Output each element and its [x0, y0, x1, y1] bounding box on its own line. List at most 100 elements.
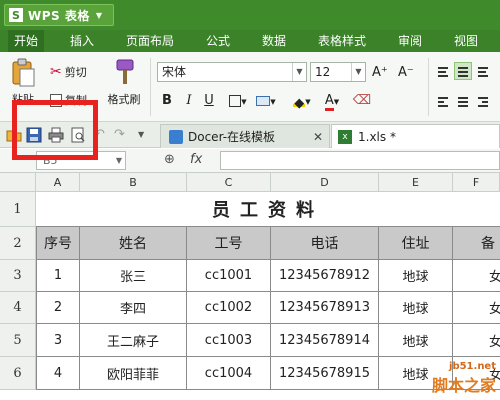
app-menu-button[interactable]: S WPS 表格 ▼: [4, 4, 114, 26]
cut-button[interactable]: ✂ 剪切: [50, 62, 87, 82]
row-header[interactable]: 3: [0, 260, 36, 292]
eraser-icon: ⌫: [352, 93, 372, 108]
row-header[interactable]: 4: [0, 292, 36, 324]
table-cell[interactable]: 12345678912: [271, 260, 379, 292]
chevron-down-icon: ▼: [351, 63, 365, 81]
font-name-select[interactable]: 宋体 ▼: [157, 62, 307, 82]
customize-dropdown-icon[interactable]: ▼: [138, 130, 154, 146]
select-all-corner[interactable]: [0, 173, 36, 192]
tab-review[interactable]: 审阅: [398, 30, 422, 52]
align-center-button[interactable]: [454, 92, 472, 110]
shrink-font-button[interactable]: A⁻: [398, 62, 414, 82]
align-right-button[interactable]: [474, 92, 492, 110]
clear-format-button[interactable]: ⌫: [348, 92, 376, 110]
table-cell[interactable]: 地球: [379, 260, 453, 292]
font-size-value: 12: [315, 65, 331, 79]
header-cell[interactable]: 序号: [36, 227, 80, 260]
column-header[interactable]: C: [187, 173, 271, 192]
row-header[interactable]: 1: [0, 192, 36, 227]
title-bar: S WPS 表格 ▼: [0, 0, 500, 30]
table-cell[interactable]: 王二麻子: [80, 324, 187, 357]
format-painter-label: 格式刷: [107, 93, 141, 106]
zoom-icon[interactable]: ⊕: [164, 152, 175, 167]
border-button[interactable]: ▼: [224, 92, 252, 110]
tab-page-layout[interactable]: 页面布局: [126, 30, 174, 52]
tab-view[interactable]: 视图: [454, 30, 478, 52]
column-header[interactable]: A: [36, 173, 80, 192]
table-cell[interactable]: 女: [453, 324, 500, 357]
row-header[interactable]: 2: [0, 227, 36, 260]
table-cell[interactable]: cc1003: [187, 324, 271, 357]
tab-docer-templates[interactable]: Docer-在线模板 ✕: [160, 124, 330, 148]
align-top-button[interactable]: [434, 62, 452, 80]
shrink-font-label: A⁻: [398, 64, 414, 80]
header-cell[interactable]: 工号: [187, 227, 271, 260]
tab-workbook[interactable]: x 1.xls *: [331, 124, 500, 148]
tab-insert[interactable]: 插入: [70, 30, 94, 52]
table-cell[interactable]: 张三: [80, 260, 187, 292]
align-left-button[interactable]: [434, 92, 452, 110]
wps-logo-icon: S: [9, 8, 23, 22]
row-header[interactable]: 5: [0, 324, 36, 357]
grow-font-label: A⁺: [372, 64, 388, 80]
table-cell[interactable]: 女: [453, 260, 500, 292]
merge-button[interactable]: ▼: [252, 92, 280, 110]
function-icon[interactable]: fx: [190, 152, 202, 167]
font-size-select[interactable]: 12 ▼: [310, 62, 366, 82]
chevron-down-icon: ▼: [115, 156, 122, 165]
tab-formulas[interactable]: 公式: [206, 30, 230, 52]
bold-button[interactable]: B: [158, 92, 176, 110]
clipboard-icon: [12, 58, 35, 87]
align-middle-button[interactable]: [454, 62, 472, 80]
format-painter-button[interactable]: 格式刷: [104, 58, 144, 107]
header-cell[interactable]: 电话: [271, 227, 379, 260]
table-cell[interactable]: 女: [453, 292, 500, 324]
paint-bucket-icon: ◆: [293, 95, 306, 111]
redo-icon[interactable]: ↷: [114, 127, 130, 143]
excel-file-icon: x: [338, 129, 352, 144]
tab-workbook-label: 1.xls *: [358, 129, 396, 144]
font-color-button[interactable]: A▼: [318, 92, 346, 111]
column-header[interactable]: D: [271, 173, 379, 192]
table-cell[interactable]: 12345678914: [271, 324, 379, 357]
italic-button[interactable]: I: [180, 92, 198, 110]
underline-button[interactable]: U: [200, 92, 218, 110]
tab-docer-label: Docer-在线模板: [188, 130, 276, 144]
table-cell[interactable]: 12345678915: [271, 357, 379, 390]
table-cell[interactable]: 12345678913: [271, 292, 379, 324]
formula-input[interactable]: [220, 151, 500, 170]
docer-icon: [169, 129, 183, 144]
table-cell[interactable]: 地球: [379, 324, 453, 357]
header-cell[interactable]: 住址: [379, 227, 453, 260]
watermark-url: jb51.net: [449, 361, 496, 372]
table-cell[interactable]: 欧阳菲菲: [80, 357, 187, 390]
align-bottom-button[interactable]: [474, 62, 492, 80]
column-header[interactable]: B: [80, 173, 187, 192]
table-cell[interactable]: cc1002: [187, 292, 271, 324]
header-cell[interactable]: 备: [453, 227, 500, 260]
sheet-title-cell[interactable]: 员工资料: [36, 192, 500, 227]
tab-table-style[interactable]: 表格样式: [318, 30, 366, 52]
brush-icon: [116, 59, 134, 84]
menu-bar: 开始 插入 页面布局 公式 数据 表格样式 审阅 视图: [0, 30, 500, 52]
table-cell[interactable]: 李四: [80, 292, 187, 324]
close-icon[interactable]: ✕: [313, 130, 323, 144]
fill-color-button[interactable]: ◆▼: [288, 92, 316, 111]
column-header[interactable]: F: [453, 173, 500, 192]
table-cell[interactable]: cc1004: [187, 357, 271, 390]
ribbon-separator: [428, 58, 429, 116]
table-cell[interactable]: 2: [36, 292, 80, 324]
tab-data[interactable]: 数据: [262, 30, 286, 52]
grow-font-button[interactable]: A⁺: [372, 62, 388, 82]
app-name: WPS 表格: [28, 8, 90, 23]
chevron-down-icon: ▼: [95, 10, 103, 20]
table-cell[interactable]: 3: [36, 324, 80, 357]
row-header[interactable]: 6: [0, 357, 36, 390]
table-cell[interactable]: 1: [36, 260, 80, 292]
column-header[interactable]: E: [379, 173, 453, 192]
tab-home[interactable]: 开始: [8, 30, 45, 52]
table-cell[interactable]: cc1001: [187, 260, 271, 292]
table-cell[interactable]: 地球: [379, 292, 453, 324]
table-cell[interactable]: 4: [36, 357, 80, 390]
header-cell[interactable]: 姓名: [80, 227, 187, 260]
